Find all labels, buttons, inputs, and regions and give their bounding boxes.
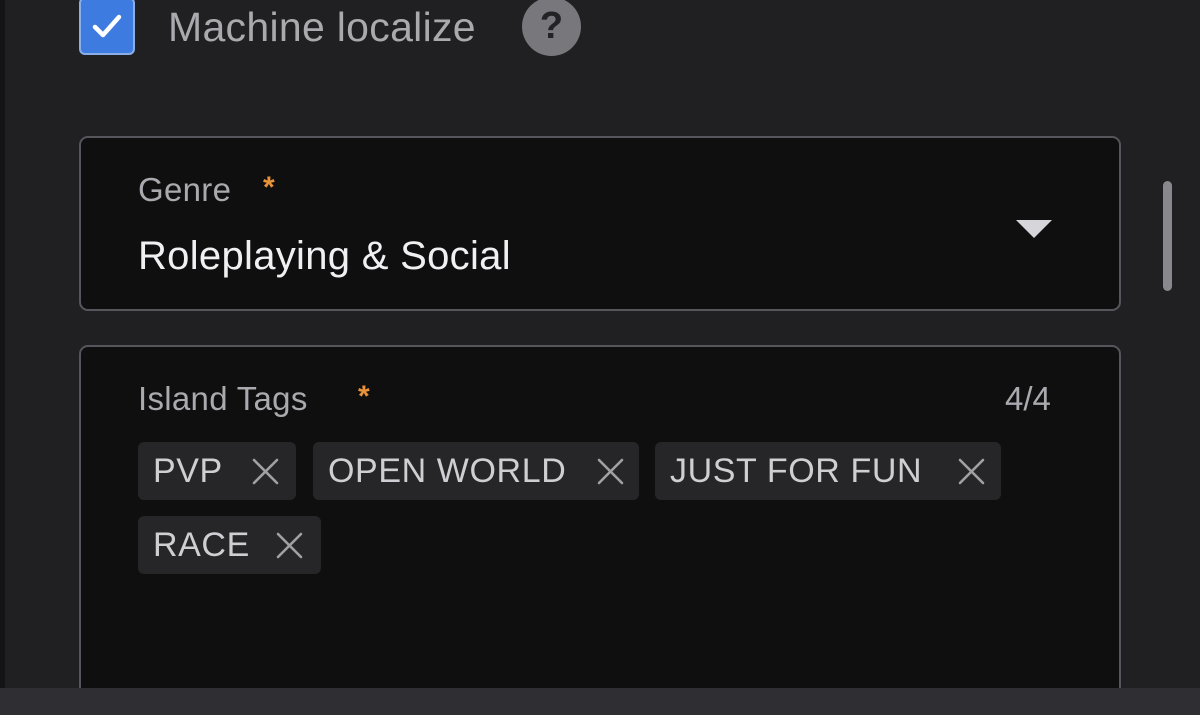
bottom-bar: [0, 688, 1200, 715]
tag-chip-race: RACE: [138, 516, 321, 574]
tag-chip-open-world: OPEN WORLD: [313, 442, 639, 500]
caret-down-icon[interactable]: [1016, 220, 1052, 238]
island-tags-label: Island Tags: [138, 380, 308, 417]
close-icon[interactable]: [251, 457, 280, 486]
island-tags-required-mark: *: [358, 380, 370, 413]
tag-label: RACE: [153, 525, 250, 564]
machine-localize-checkbox[interactable]: [79, 0, 135, 55]
genre-dropdown[interactable]: Genre * Roleplaying & Social: [79, 136, 1121, 311]
tag-count: 4/4: [1005, 380, 1051, 417]
close-icon[interactable]: [275, 531, 304, 560]
tag-label: PVP: [153, 451, 223, 490]
island-tags-field[interactable]: Island Tags * 4/4 PVP OPEN WORLD JUST FO…: [79, 345, 1121, 705]
genre-required-mark: *: [263, 171, 275, 204]
panel-edge: [0, 0, 5, 688]
genre-label: Genre: [138, 171, 232, 208]
tag-label: JUST FOR FUN: [670, 451, 923, 490]
genre-selected-value: Roleplaying & Social: [138, 234, 511, 278]
tag-label: OPEN WORLD: [328, 451, 567, 490]
checkmark-icon: [92, 14, 122, 38]
question-mark-icon[interactable]: ?: [522, 0, 581, 56]
close-icon[interactable]: [957, 457, 986, 486]
machine-localize-label: Machine localize: [168, 4, 476, 50]
scrollbar-thumb[interactable]: [1163, 181, 1172, 291]
settings-panel: Machine localize ? Genre * Roleplaying &…: [0, 0, 1200, 705]
tag-chip-pvp: PVP: [138, 442, 296, 500]
tag-chip-just-for-fun: JUST FOR FUN: [655, 442, 1001, 500]
close-icon[interactable]: [596, 457, 625, 486]
